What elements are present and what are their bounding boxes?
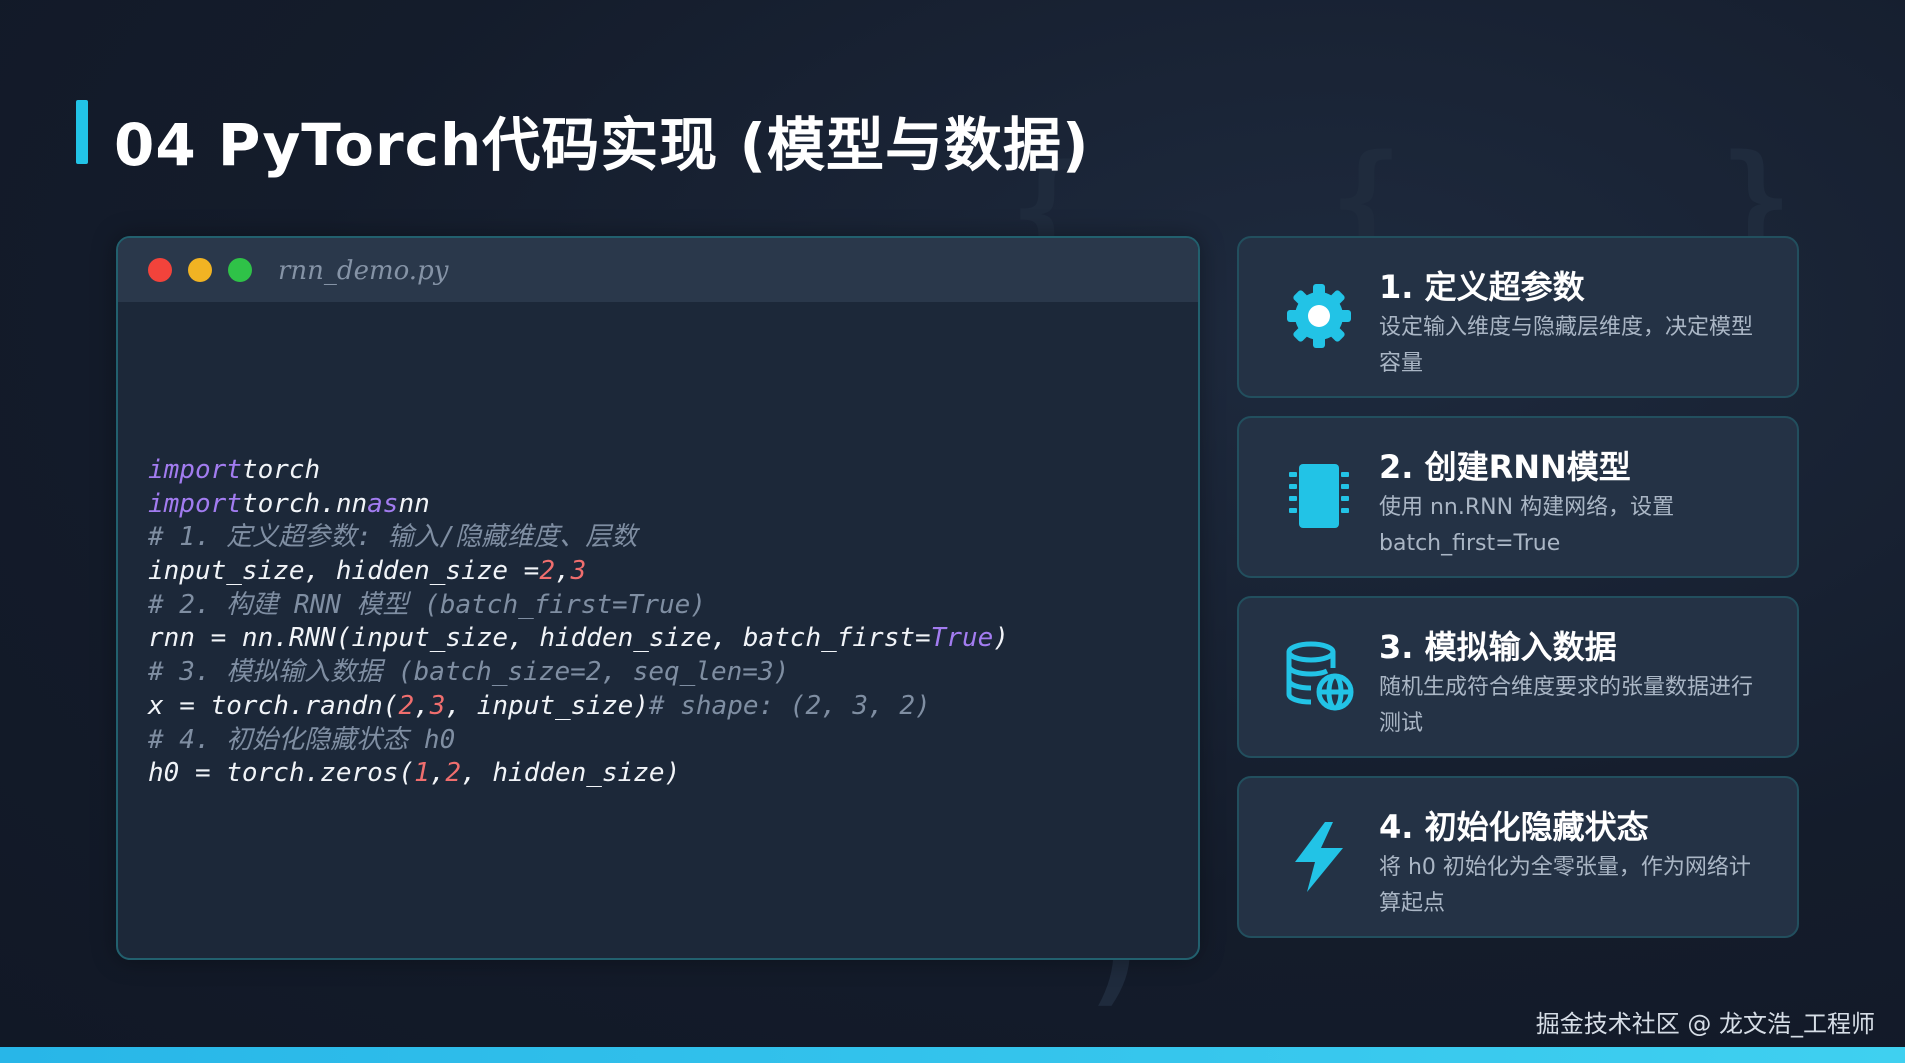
bottom-accent-bar bbox=[0, 1047, 1905, 1063]
step-card-title: 4. 初始化隐藏状态 bbox=[1379, 808, 1649, 846]
code-line: importtorch bbox=[148, 454, 1009, 488]
code-token: # 2. 构建 RNN 模型 (batch_first=True) bbox=[148, 589, 706, 620]
code-token: 2 bbox=[398, 690, 415, 721]
code-line: # 4. 初始化隐藏状态 h0 bbox=[148, 724, 1009, 758]
step-card-title: 3. 模拟输入数据 bbox=[1379, 628, 1617, 666]
maximize-window-dot[interactable] bbox=[228, 258, 252, 282]
code-line: importtorch.nnasnn bbox=[148, 488, 1009, 522]
step-card-1: 1. 定义超参数 设定输入维度与隐藏层维度，决定模型容量 bbox=[1237, 236, 1799, 398]
step-card-desc: 使用 nn.RNN 构建网络，设置 batch_first=True bbox=[1379, 495, 1675, 556]
lightning-icon bbox=[1295, 822, 1343, 892]
code-token: input_size, hidden_size = bbox=[148, 556, 540, 587]
code-token: nn bbox=[398, 488, 430, 519]
code-filename: rnn_demo.py bbox=[278, 256, 449, 286]
code-token: h0 = torch.zeros( bbox=[148, 758, 415, 789]
code-token: # 1. 定义超参数: 输入/隐藏维度、层数 bbox=[148, 522, 638, 553]
code-token: 3 bbox=[429, 690, 446, 721]
gear-icon bbox=[1287, 284, 1351, 348]
database-globe-icon bbox=[1286, 641, 1354, 711]
code-token: 3 bbox=[570, 556, 587, 587]
step-card-2: 2. 创建RNN模型 使用 nn.RNN 构建网络，设置 batch_first… bbox=[1237, 416, 1799, 578]
code-token: torch bbox=[241, 455, 321, 485]
chip-icon bbox=[1289, 464, 1349, 528]
code-line: h0 = torch.zeros(1,2, hidden_size) bbox=[148, 757, 1009, 791]
step-card-3: 3. 模拟输入数据 随机生成符合维度要求的张量数据进行测试 bbox=[1237, 596, 1799, 758]
step-card-desc: 将 h0 初始化为全零张量，作为网络计算起点 bbox=[1379, 855, 1751, 916]
step-card-title: 1. 定义超参数 bbox=[1379, 268, 1585, 306]
step-card-desc: 随机生成符合维度要求的张量数据进行测试 bbox=[1379, 675, 1754, 736]
code-token: , input_size) bbox=[445, 690, 649, 721]
code-line: # 1. 定义超参数: 输入/隐藏维度、层数 bbox=[148, 521, 1009, 555]
code-token: torch.nn bbox=[241, 488, 368, 519]
minimize-window-dot[interactable] bbox=[188, 258, 212, 282]
code-token: import bbox=[148, 488, 242, 519]
code-token: 1 bbox=[414, 758, 430, 789]
watermark: 掘金技术社区 @ 龙文浩_工程师 bbox=[1535, 1010, 1875, 1038]
code-line: # 2. 构建 RNN 模型 (batch_first=True) bbox=[148, 589, 1009, 623]
code-token: ) bbox=[993, 623, 1009, 654]
code-token: # 4. 初始化隐藏状态 h0 bbox=[148, 724, 456, 755]
code-token: import bbox=[148, 455, 242, 485]
close-window-dot[interactable] bbox=[148, 258, 172, 282]
step-card-title: 2. 创建RNN模型 bbox=[1379, 448, 1631, 486]
code-token: True bbox=[930, 623, 994, 654]
step-card-4: 4. 初始化隐藏状态 将 h0 初始化为全零张量，作为网络计算起点 bbox=[1237, 776, 1799, 938]
title-accent-bar bbox=[76, 100, 88, 164]
code-window-header: rnn_demo.py bbox=[118, 238, 1198, 302]
code-line: x = torch.randn(2,3, input_size)# shape:… bbox=[148, 690, 1009, 724]
code-token: rnn = nn.RNN(input_size, hidden_size, ba… bbox=[148, 623, 931, 654]
code-token: x = torch.randn( bbox=[148, 690, 399, 721]
code-token: as bbox=[367, 488, 399, 519]
code-token: , hidden_size) bbox=[461, 758, 681, 789]
code-body: importtorch importtorch.nnasnn # 1. 定义超参数:… bbox=[148, 454, 1009, 791]
code-line: # 3. 模拟输入数据 (batch_size=2, seq_len=3) bbox=[148, 656, 1009, 690]
code-window: rnn_demo.py importtorch importtorch.nnasn… bbox=[116, 236, 1200, 960]
code-line: rnn = nn.RNN(input_size, hidden_size, ba… bbox=[148, 622, 1009, 656]
page-title: 04 PyTorch代码实现 (模型与数据) bbox=[114, 111, 1090, 179]
code-token: # shape: (2, 3, 2) bbox=[648, 690, 931, 721]
code-line: input_size, hidden_size =2,3 bbox=[148, 555, 1009, 589]
code-token: 2 bbox=[445, 758, 462, 789]
code-token: , bbox=[429, 758, 446, 789]
code-token: , bbox=[555, 556, 571, 587]
code-token: # 3. 模拟输入数据 (batch_size=2, seq_len=3) bbox=[148, 657, 790, 688]
code-token: 2 bbox=[539, 556, 555, 587]
step-card-desc: 设定输入维度与隐藏层维度，决定模型容量 bbox=[1379, 315, 1754, 376]
code-token: , bbox=[414, 690, 430, 721]
